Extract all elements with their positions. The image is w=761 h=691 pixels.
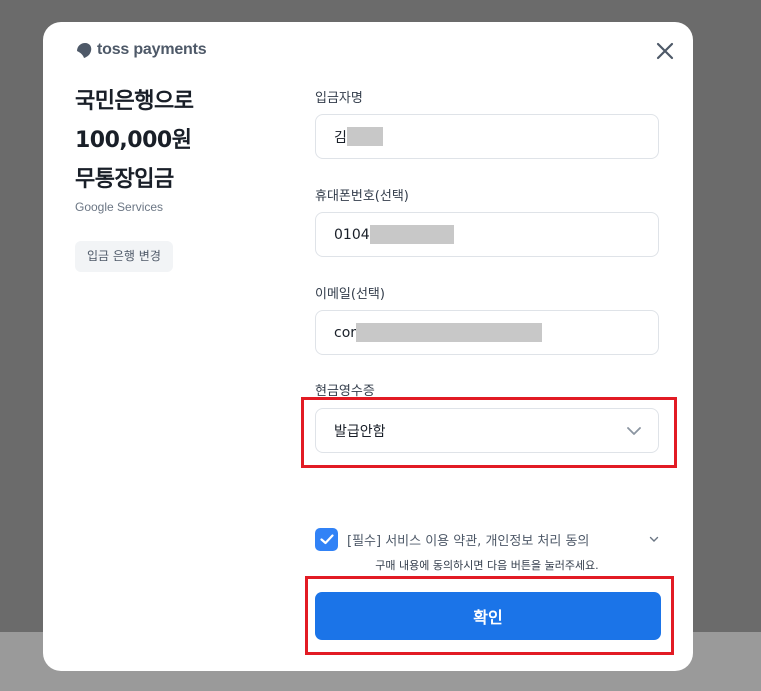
phone-label: 휴대폰번호(선택) — [315, 189, 409, 204]
logo-text: toss payments — [97, 41, 207, 58]
summary-method: 무통장입금 — [75, 167, 174, 192]
agreement-hint: 구매 내용에 동의하시면 다음 버튼을 눌러주세요. — [375, 559, 599, 572]
depositor-value: 김 — [334, 129, 347, 146]
phone-input[interactable]: 0104 — [315, 212, 659, 257]
summary-bank: 국민은행으로 — [75, 89, 194, 114]
depositor-input[interactable]: 김 — [315, 114, 659, 159]
toss-payments-logo: toss payments — [75, 41, 207, 59]
summary-amount: 100,000원 — [75, 128, 192, 153]
chevron-down-icon[interactable] — [649, 536, 659, 543]
email-label: 이메일(선택) — [315, 287, 385, 302]
payment-summary: 국민은행으로 100,000원 무통장입금 Google Services 입금… — [75, 82, 194, 272]
merchant-name: Google Services — [75, 200, 164, 214]
email-input[interactable]: cor — [315, 310, 659, 355]
close-button[interactable] — [654, 40, 676, 62]
redaction-mask — [356, 323, 543, 342]
redaction-mask — [369, 225, 454, 244]
agreement-row[interactable]: [필수] 서비스 이용 약관, 개인정보 처리 동의 — [315, 527, 659, 551]
highlight-box-confirm — [305, 576, 674, 655]
check-icon — [319, 533, 334, 544]
phone-value: 0104 — [334, 226, 370, 243]
payment-modal: toss payments 국민은행으로 100,000원 무통장입금 Goog… — [43, 22, 693, 671]
close-icon — [656, 42, 674, 60]
agreement-checkbox[interactable] — [315, 527, 338, 551]
toss-logo-icon — [77, 42, 92, 58]
redaction-mask — [346, 127, 383, 146]
highlight-box-receipt — [301, 397, 677, 468]
agreement-text: [필수] 서비스 이용 약관, 개인정보 처리 동의 — [347, 533, 590, 549]
change-bank-button[interactable]: 입금 은행 변경 — [75, 241, 173, 272]
email-value: cor — [334, 324, 357, 341]
depositor-label: 입금자명 — [315, 91, 363, 106]
